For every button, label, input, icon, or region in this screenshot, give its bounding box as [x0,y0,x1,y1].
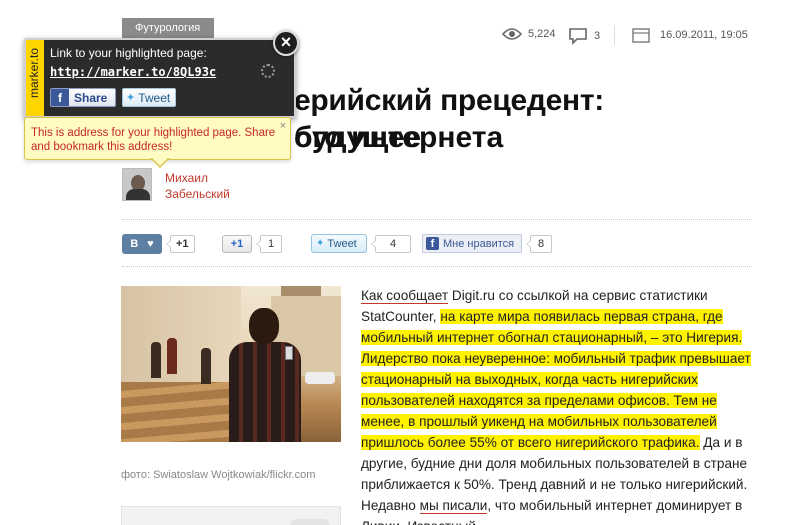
vk-label: В [130,237,139,250]
facebook-icon: f [426,237,439,250]
author-last-name: Забельский [165,187,230,201]
facebook-like-group: f Мне нравится 8 [422,233,552,254]
share-label: Share [74,90,108,105]
comments-counter[interactable]: 3 [568,27,600,45]
gplus-button[interactable]: +1 [222,234,252,253]
article-photo[interactable] [121,286,341,442]
tooltip-text: This is address for your highlighted pag… [31,127,276,153]
facebook-like-count: 8 [526,234,552,253]
publish-date: 16.09.2011, 19:05 [632,27,748,43]
tweet-button[interactable]: ✦ Tweet [311,234,367,253]
author-avatar[interactable] [122,168,152,201]
source-link[interactable]: Как сообщает [361,288,449,304]
marker-brand-label: marker.to [27,48,41,99]
comment-icon [569,28,587,45]
tweet-label: Tweet [327,237,357,250]
tweet-count: 4 [371,234,411,253]
marker-popup: marker.to Link to your highlighted page:… [24,38,296,118]
comments-count: 3 [594,30,601,42]
divider [122,266,752,267]
vk-share-group: В ♥ +1 [122,233,195,254]
related-block [121,506,341,525]
loading-spinner-icon [261,64,275,78]
calendar-icon [632,28,650,43]
gplus-count: 1 [256,234,282,253]
date-text: 16.09.2011, 19:05 [660,29,748,41]
vk-like-button[interactable]: В ♥ [122,233,162,254]
facebook-like-label: Мне нравится [443,237,515,250]
popup-close-button[interactable]: × [273,30,299,56]
views-count: 5,224 [528,28,556,40]
facebook-share-button[interactable]: f Share [50,88,116,107]
popup-tweet-button[interactable]: ✦ Tweet [122,88,176,107]
heart-icon: ♥ [147,237,154,250]
tooltip-close-icon[interactable]: × [280,120,286,132]
facebook-like-button[interactable]: f Мне нравится [422,234,522,253]
author-first-name: Михаил [165,171,208,185]
article-body: Как сообщает Digit.ru со ссылкой на серв… [361,285,756,525]
category-tag[interactable]: Футурология [122,18,214,38]
tooltip-tail-fill [151,157,169,166]
twitter-bird-icon: ✦ [316,238,325,249]
views-counter: 5,224 [502,27,556,41]
popup-tweet-label: Tweet [138,90,171,105]
popup-title: Link to your highlighted page: [50,46,207,60]
related-link[interactable]: мы писали [419,498,488,514]
photo-caption: фото: Swiatoslaw Wojtkowiak/flickr.com [121,469,316,481]
eye-icon [502,28,522,40]
gplus-share-group: +1 1 [222,233,282,254]
article-headline-line2: ого интернета [294,121,504,154]
author-name[interactable]: Михаил Забельский [165,170,230,202]
marker-brand-strip: marker.to [26,40,44,116]
twitter-bird-icon: ✦ [126,92,136,104]
divider [122,219,752,220]
twitter-share-group: ✦ Tweet 4 [311,233,411,254]
highlighted-text[interactable]: на карте мира появилась первая страна, г… [361,309,751,450]
facebook-icon: f [51,89,69,106]
highlight-link[interactable]: http://marker.to/8QL93c [50,65,216,79]
popup-tooltip: This is address for your highlighted pag… [24,117,291,160]
meta-divider [614,25,615,45]
vk-count: +1 [166,234,195,253]
